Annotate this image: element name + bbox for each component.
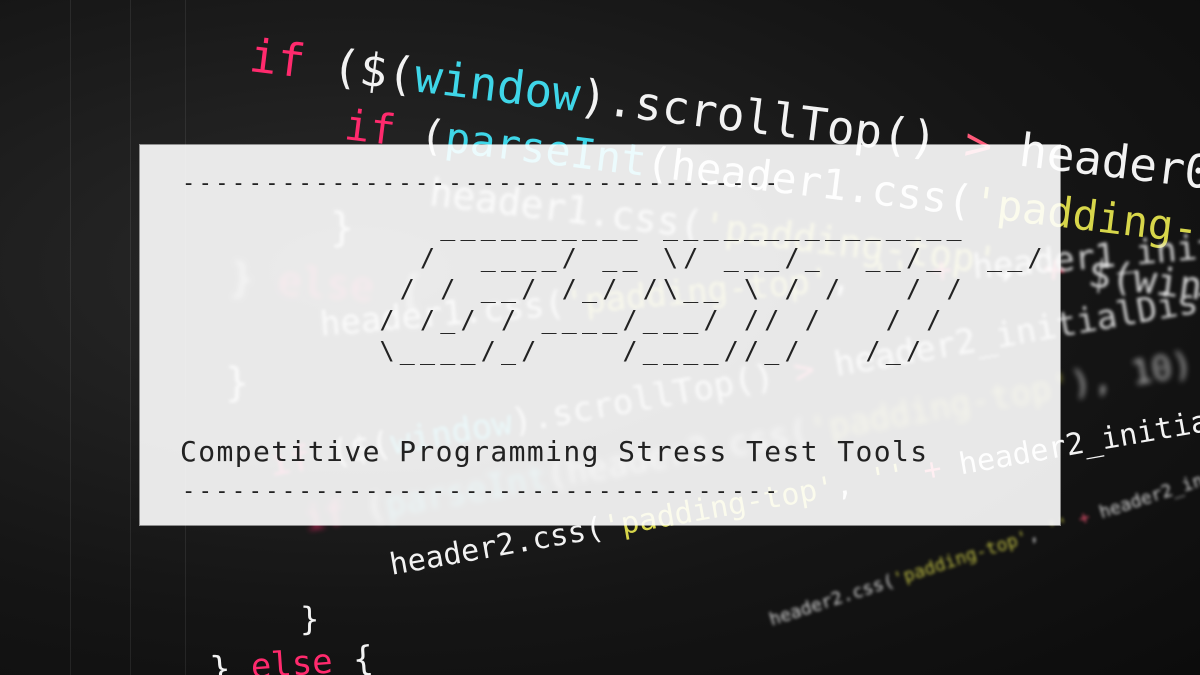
- code-token: ), 10) <: [1067, 343, 1196, 405]
- top-dashed-rule: ------------------------------------: [182, 171, 782, 196]
- code-token: if: [246, 28, 336, 92]
- bottom-dashed-rule: ------------------------------------: [182, 479, 782, 504]
- code-token: ($(: [329, 38, 419, 103]
- code-token: }: [300, 600, 320, 638]
- code-token: {: [351, 638, 375, 675]
- gpstt-ascii-logo: __________ _______________ / ____/ __ \/…: [379, 212, 1048, 365]
- code-token: header2.css(: [766, 570, 897, 631]
- code-line: } else {: [209, 639, 375, 675]
- title-banner: ------------------------------------ ___…: [140, 145, 1060, 525]
- code-token: else: [249, 640, 355, 675]
- code-token: }: [208, 647, 253, 675]
- banner-subtitle: Competitive Programming Stress Test Tool…: [180, 435, 929, 468]
- code-line: }: [300, 600, 319, 638]
- code-token: 'padding-top': [890, 526, 1031, 591]
